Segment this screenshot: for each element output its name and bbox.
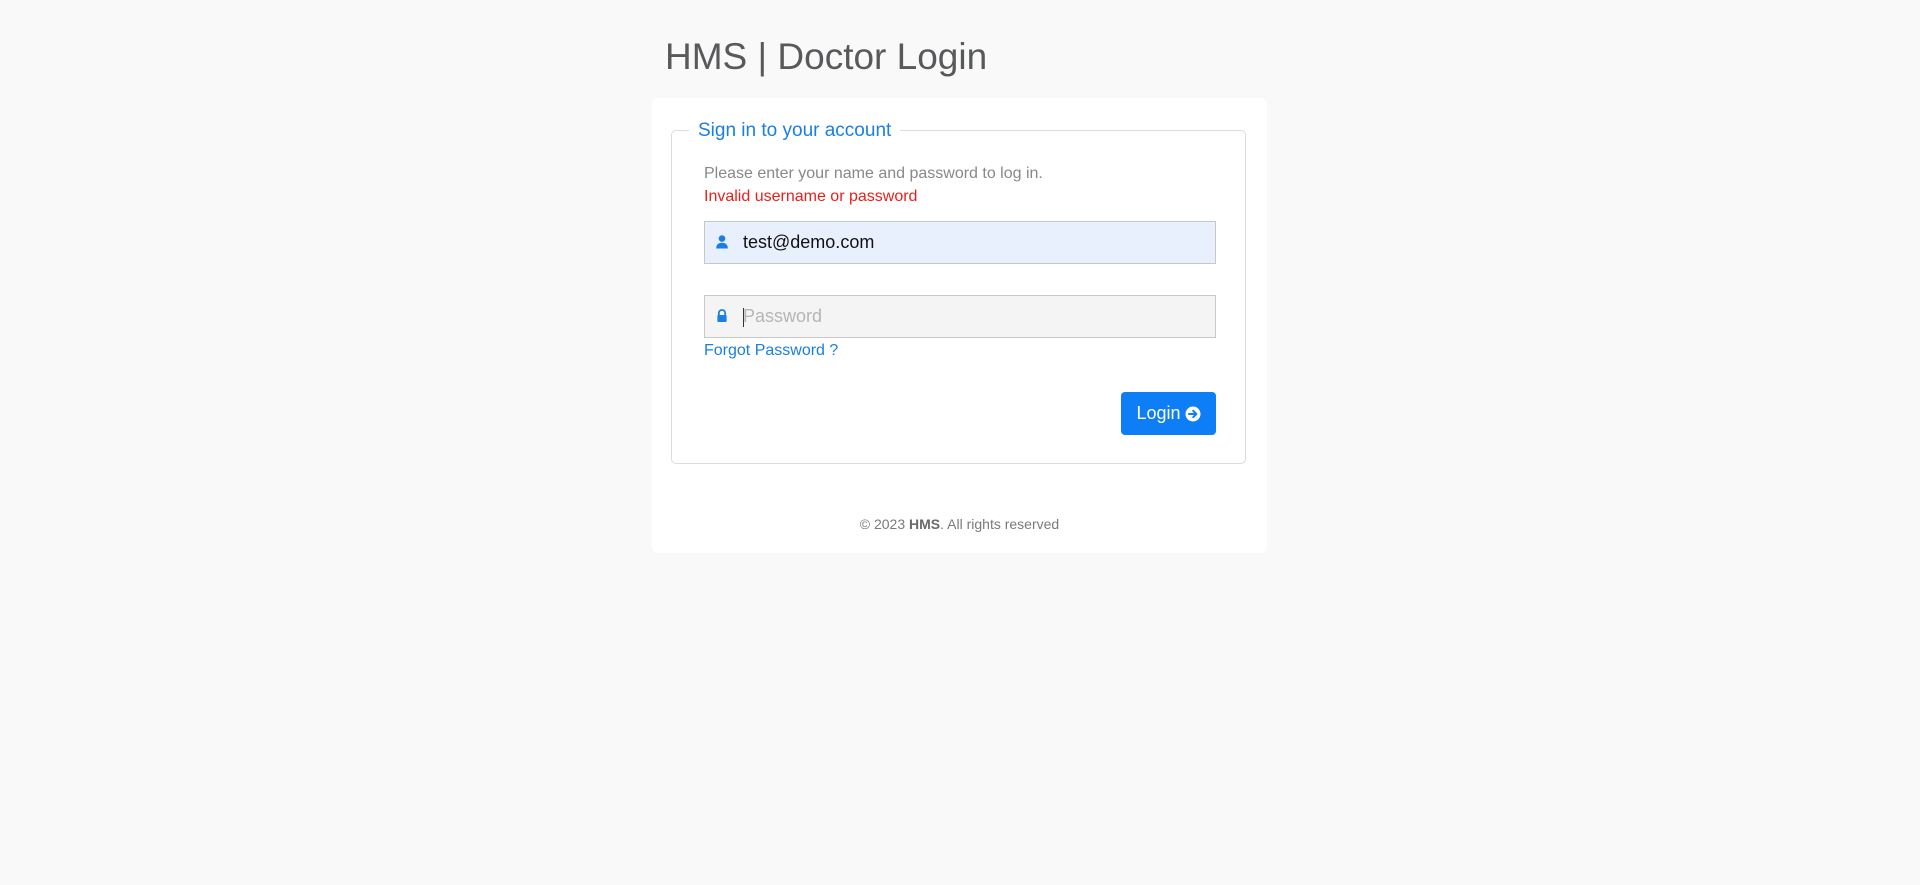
user-icon bbox=[714, 234, 730, 250]
login-error-message: Invalid username or password bbox=[704, 188, 918, 205]
login-fieldset: Sign in to your account Please enter you… bbox=[671, 119, 1246, 464]
forgot-password-link[interactable]: Forgot Password ? bbox=[704, 341, 838, 361]
copyright-footer: © 2023 HMS. All rights reserved bbox=[652, 515, 1267, 533]
login-legend: Sign in to your account bbox=[689, 119, 901, 143]
password-input[interactable] bbox=[743, 296, 1203, 337]
copyright-suffix: . All rights reserved bbox=[940, 516, 1060, 532]
text-cursor bbox=[743, 308, 744, 327]
password-field[interactable] bbox=[704, 295, 1216, 338]
login-box: Sign in to your account Please enter you… bbox=[652, 98, 1267, 553]
login-hint: Please enter your name and password to l… bbox=[704, 165, 1043, 182]
login-button-label: Login bbox=[1136, 403, 1181, 423]
login-button[interactable]: Login bbox=[1121, 392, 1216, 435]
copyright-brand: HMS bbox=[909, 516, 941, 532]
username-field[interactable] bbox=[704, 221, 1216, 264]
copyright-prefix: © 2023 bbox=[859, 516, 910, 532]
login-page: HMS | Doctor Login Sign in to your accou… bbox=[0, 0, 1920, 885]
page-title: HMS | Doctor Login bbox=[665, 36, 988, 77]
username-input[interactable] bbox=[743, 222, 1203, 263]
arrow-circle-right-icon bbox=[1185, 406, 1201, 422]
lock-icon bbox=[714, 308, 730, 324]
